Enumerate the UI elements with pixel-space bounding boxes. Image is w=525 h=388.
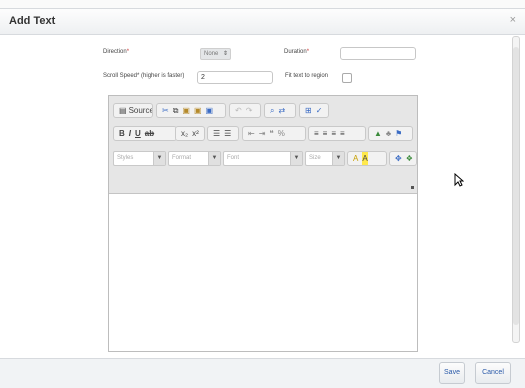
cancel-button[interactable]: Cancel [475, 362, 511, 384]
basic-style-group: B I Uab [113, 126, 177, 141]
tools-group: ✥ ❖ [389, 151, 417, 166]
redo-icon[interactable]: ↷ [246, 104, 253, 117]
blockquote-icon[interactable]: ❝ [269, 127, 273, 140]
select-all-icon[interactable]: ⊞ [305, 104, 312, 117]
indent-group: ⇤ ⇥ ❝% [242, 126, 306, 141]
copy-icon[interactable]: ⧉ [173, 104, 179, 117]
align-right-icon[interactable]: ≡ [331, 127, 336, 140]
justify-icon[interactable]: ≡ [340, 127, 345, 140]
fit-text-checkbox[interactable] [342, 73, 352, 83]
flag-icon[interactable]: ⚑ [395, 127, 402, 140]
bg-color-icon[interactable]: A [362, 152, 368, 165]
align-left-icon[interactable]: ≡ [314, 127, 319, 140]
scrollbar-thumb[interactable] [513, 47, 519, 325]
maximize-icon[interactable]: ✥ [395, 152, 402, 165]
source-icon: ▤ [119, 106, 127, 115]
numbered-list-icon[interactable]: ☰ [213, 127, 220, 140]
cut-icon[interactable]: ✂ [162, 104, 169, 117]
outdent-icon[interactable]: ⇤ [248, 127, 255, 140]
align-center-icon[interactable]: ≡ [323, 127, 328, 140]
underline-icon[interactable]: U [135, 127, 141, 140]
font-dropdown[interactable]: Font ▼ [223, 151, 303, 166]
scroll-speed-input[interactable]: 2 [197, 71, 273, 84]
align-group: ≡ ≡ ≡ ≡ [308, 126, 366, 141]
indent-icon[interactable]: ⇥ [259, 127, 266, 140]
scroll-speed-label: Scroll Speed* (higher is faster) [103, 73, 185, 79]
strike-icon[interactable]: ab [145, 127, 154, 140]
duration-label: Duration* [284, 49, 310, 55]
script-group: x₂ x² [175, 126, 205, 141]
subscript-icon[interactable]: x₂ [181, 127, 188, 140]
dropdown-arrow-icon: ▼ [290, 152, 302, 165]
image-icon[interactable]: ▲ [374, 127, 382, 140]
direction-select[interactable]: None ⇕ [200, 48, 231, 60]
duration-input[interactable] [340, 47, 416, 60]
styles-dropdown[interactable]: Styles ▼ [113, 151, 166, 166]
source-button[interactable]: ▤ Source [113, 103, 153, 118]
color-group: AA [347, 151, 387, 166]
paste-word-icon[interactable]: ▣ [206, 104, 214, 117]
dropdown-arrow-icon: ▼ [153, 152, 165, 165]
rich-text-editor: ▤ Source ✂ ⧉ ▣ ▣ ▣ ↶ ↷ ⌕ ⇄ ⊞ ✓ B I Uab x₂ x² ☰ ☰ ⇤ ⇥ ❝… [108, 95, 418, 352]
format-dropdown[interactable]: Format ▼ [168, 151, 221, 166]
resize-handle[interactable] [411, 186, 414, 189]
stepper-icon: ⇕ [222, 51, 228, 57]
select-group: ⊞ ✓ [299, 103, 329, 118]
size-dropdown[interactable]: Size ▼ [305, 151, 345, 166]
editor-toolbar: ▤ Source ✂ ⧉ ▣ ▣ ▣ ↶ ↷ ⌕ ⇄ ⊞ ✓ B I Uab x₂ x² ☰ ☰ ⇤ ⇥ ❝… [109, 96, 417, 194]
clipboard-group: ✂ ⧉ ▣ ▣ ▣ [156, 103, 226, 118]
close-icon[interactable]: × [510, 14, 516, 26]
bulleted-list-icon[interactable]: ☰ [224, 127, 231, 140]
paste-icon[interactable]: ▣ [182, 104, 190, 117]
top-strip [0, 0, 525, 8]
list-group: ☰ ☰ [207, 126, 239, 141]
div-icon[interactable]: % [278, 127, 285, 140]
undo-group: ↶ ↷ [229, 103, 261, 118]
direction-label: Direction* [103, 49, 130, 55]
replace-icon[interactable]: ⇄ [278, 104, 285, 117]
dialog-header: Add Text × [0, 8, 525, 35]
mouse-cursor-icon [454, 173, 464, 187]
find-icon[interactable]: ⌕ [270, 104, 274, 117]
find-group: ⌕ ⇄ [264, 103, 296, 118]
italic-icon[interactable]: I [129, 127, 131, 140]
superscript-icon[interactable]: x² [192, 127, 199, 140]
save-button[interactable]: Save [439, 362, 465, 384]
insert-group: ▲ ♣ ⚑ [368, 126, 413, 141]
fit-text-label: Fit text to region [285, 73, 329, 79]
text-color-icon[interactable]: A [353, 152, 358, 165]
vertical-scrollbar[interactable] [512, 36, 520, 343]
dropdown-arrow-icon: ▼ [208, 152, 220, 165]
dialog-title: Add Text [9, 15, 56, 27]
show-blocks-icon[interactable]: ❖ [406, 152, 413, 165]
paste-text-icon[interactable]: ▣ [194, 104, 202, 117]
flash-icon[interactable]: ♣ [386, 127, 391, 140]
bold-icon[interactable]: B [119, 127, 125, 140]
undo-icon[interactable]: ↶ [235, 104, 242, 117]
spellcheck-icon[interactable]: ✓ [316, 104, 323, 117]
dropdown-arrow-icon: ▼ [332, 152, 344, 165]
